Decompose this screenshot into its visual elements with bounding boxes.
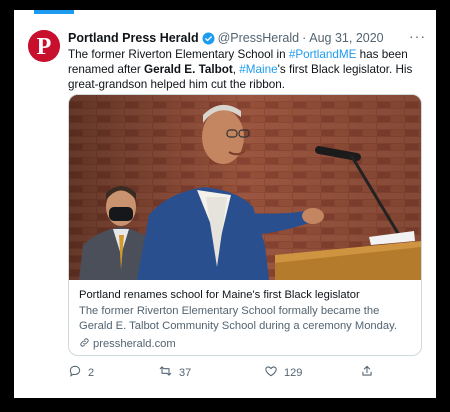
author-name[interactable]: Portland Press Herald xyxy=(68,31,199,45)
link-preview-card[interactable]: Portland renames school for Maine's firs… xyxy=(68,94,422,356)
card-body: Portland renames school for Maine's firs… xyxy=(79,288,411,351)
tweet-text-bold-name: Gerald E. Talbot xyxy=(144,63,233,76)
action-bar: 2 37 129 xyxy=(68,364,408,384)
logo-p-icon: P xyxy=(28,30,60,62)
link-icon xyxy=(79,337,90,351)
like-button[interactable]: 129 xyxy=(264,364,302,381)
author-handle[interactable]: @PressHerald xyxy=(218,31,299,45)
avatar[interactable]: P xyxy=(28,30,60,62)
retweet-button[interactable]: 37 xyxy=(158,364,191,381)
card-domain[interactable]: pressherald.com xyxy=(79,337,411,351)
share-button[interactable] xyxy=(360,364,374,381)
tweet-text-part: The former Riverton Elementary School in xyxy=(68,48,289,61)
reply-icon xyxy=(68,364,82,381)
news-photo[interactable] xyxy=(69,95,421,280)
retweet-count: 37 xyxy=(179,366,192,379)
like-count: 129 xyxy=(284,366,303,379)
card-description: The former Riverton Elementary School fo… xyxy=(79,305,397,332)
tweet-card: P Portland Press Herald @PressHerald · A… xyxy=(14,10,436,398)
hashtag-portlandme[interactable]: #PortlandME xyxy=(289,48,357,61)
separator: · xyxy=(302,31,307,45)
retweet-icon xyxy=(158,364,173,381)
tweet-text: The former Riverton Elementary School in… xyxy=(68,47,424,92)
like-icon xyxy=(264,364,278,381)
verified-icon xyxy=(202,32,215,45)
tweet-header: Portland Press Herald @PressHerald · Aug… xyxy=(68,30,410,46)
tweet-date[interactable]: Aug 31, 2020 xyxy=(309,31,383,45)
reply-button[interactable]: 2 xyxy=(68,364,94,381)
card-domain-label: pressherald.com xyxy=(93,338,176,350)
svg-text:P: P xyxy=(37,34,52,60)
tab-indicator xyxy=(34,10,74,14)
hashtag-maine[interactable]: #Maine xyxy=(239,63,277,76)
share-icon xyxy=(360,364,374,381)
more-icon[interactable]: ··· xyxy=(409,28,426,44)
reply-count: 2 xyxy=(88,366,95,379)
card-title[interactable]: Portland renames school for Maine's firs… xyxy=(79,288,411,302)
